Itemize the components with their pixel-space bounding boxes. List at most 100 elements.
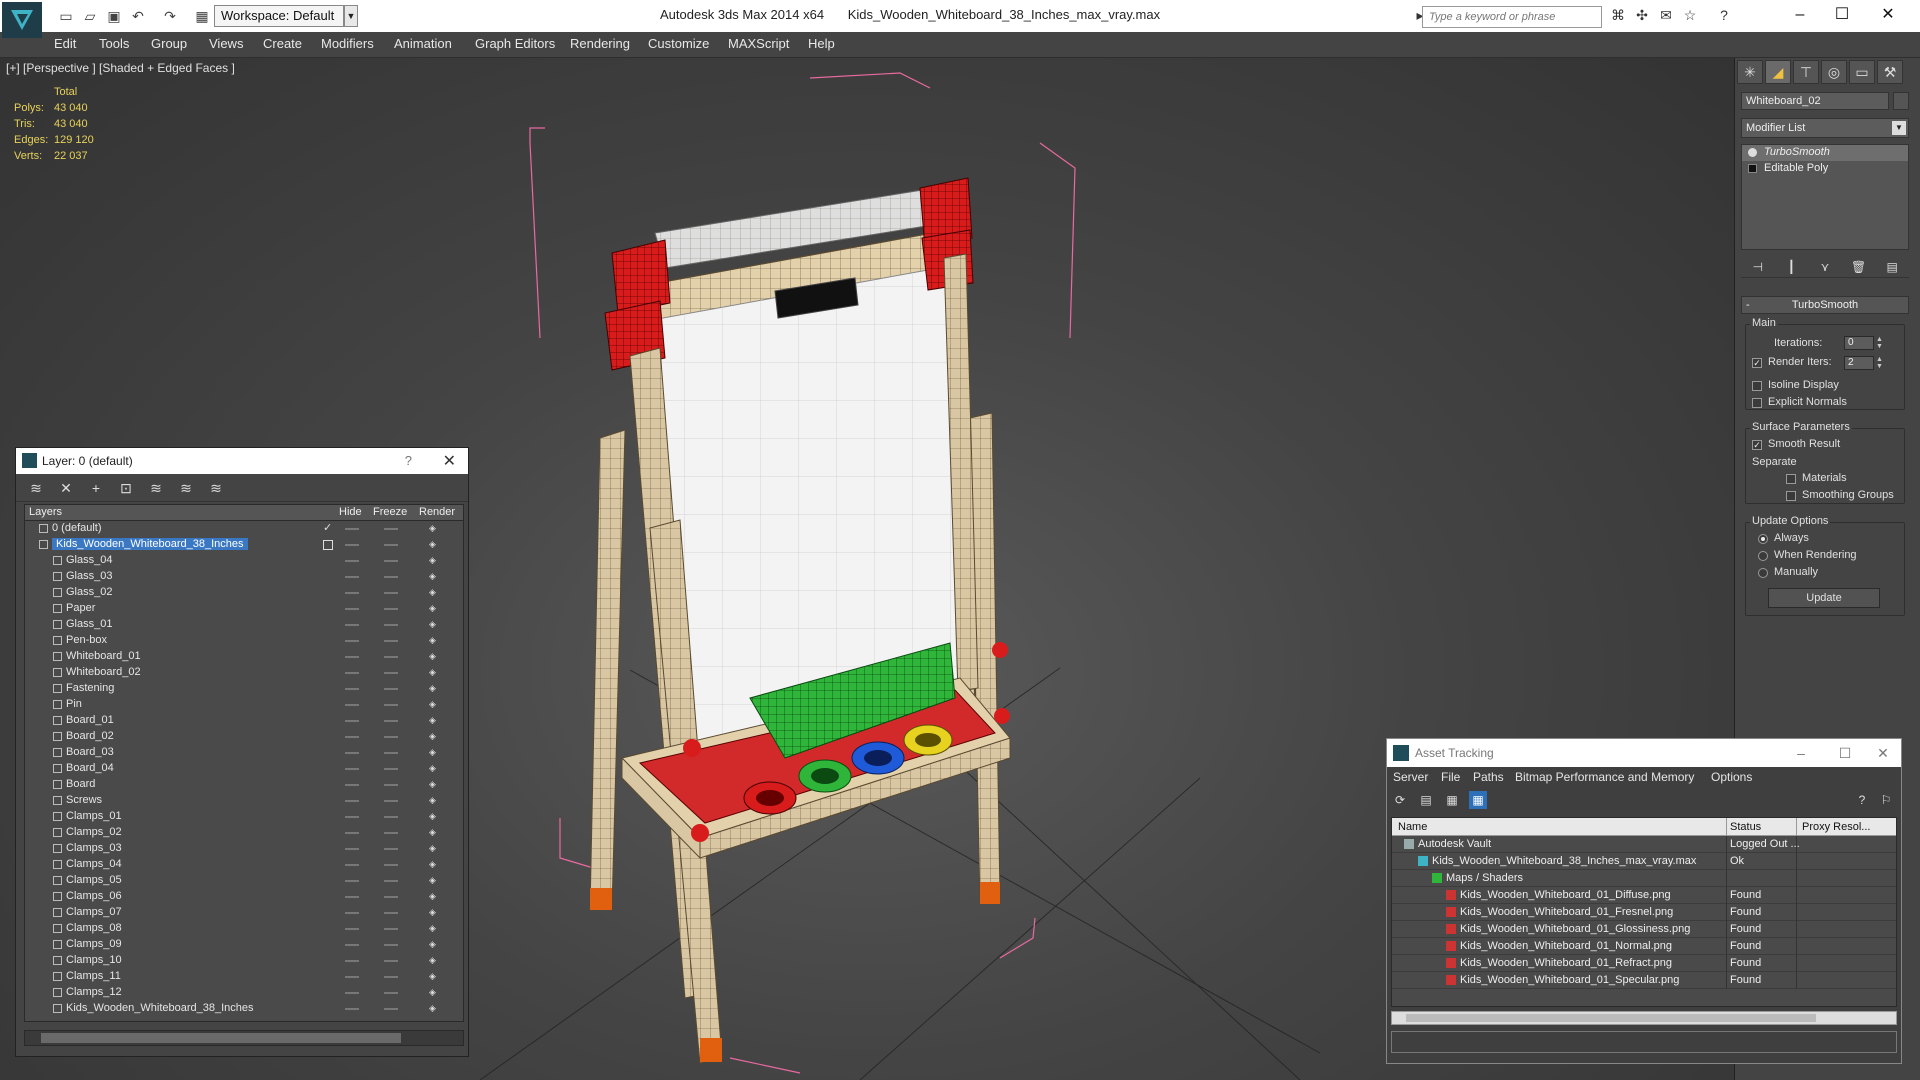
layer-row[interactable]: Kids_Wooden_Whiteboard_38_Inches ◈ [25,537,463,553]
menu-customize[interactable]: Customize [648,36,709,51]
freeze-toggle[interactable] [384,624,398,626]
binoculars-icon[interactable]: ⌘ [1608,7,1628,27]
modifier-list-dropdown[interactable]: Modifier List ▼ [1741,118,1909,138]
layer-name[interactable]: Glass_02 [66,586,112,598]
layer-name[interactable]: Glass_01 [66,618,112,630]
viewport-label[interactable]: [+] [Perspective ] [Shaded + Edged Faces… [6,61,235,75]
layer-name[interactable]: Pen-box [66,634,107,646]
freeze-toggle[interactable] [384,768,398,770]
materials-checkbox[interactable] [1786,474,1796,484]
freeze-toggle[interactable] [384,960,398,962]
render-teapot-icon[interactable]: ◈ [429,972,439,981]
render-teapot-icon[interactable]: ◈ [429,524,439,533]
hide-toggle[interactable] [345,880,359,882]
render-teapot-icon[interactable]: ◈ [429,780,439,789]
freeze-toggle[interactable] [384,656,398,658]
make-unique-icon[interactable]: ⋎ [1816,258,1834,276]
layer-name[interactable]: Glass_04 [66,554,112,566]
highlight-layer-icon[interactable]: ≋ [146,478,166,498]
freeze-toggle[interactable] [384,576,398,578]
show-end-result-icon[interactable]: ┃ [1782,258,1800,276]
hide-toggle[interactable] [345,912,359,914]
utilities-tab-icon[interactable]: ⚒ [1877,60,1903,84]
help-icon[interactable]: ? [1714,7,1734,27]
hide-toggle[interactable] [345,592,359,594]
pin-stack-icon[interactable]: ⊣ [1749,258,1767,276]
layer-row[interactable]: Board_01 ◈ [25,713,463,729]
menu-views[interactable]: Views [209,36,243,51]
stack-item-editable-poly[interactable]: Editable Poly [1742,161,1908,177]
manually-radio[interactable] [1758,568,1768,578]
hide-toggle[interactable] [345,720,359,722]
render-teapot-icon[interactable]: ◈ [429,684,439,693]
render-teapot-icon[interactable]: ◈ [429,892,439,901]
render-teapot-icon[interactable]: ◈ [429,860,439,869]
hide-toggle[interactable] [345,672,359,674]
layer-name[interactable]: Clamps_07 [66,906,122,918]
freeze-toggle[interactable] [384,880,398,882]
layer-row[interactable]: Glass_02 ◈ [25,585,463,601]
render-teapot-icon[interactable]: ◈ [429,668,439,677]
refresh-icon[interactable]: ⟳ [1391,791,1409,809]
list-view-icon[interactable]: ▤ [1417,791,1435,809]
layer-row[interactable]: Glass_03 ◈ [25,569,463,585]
render-teapot-icon[interactable]: ◈ [429,1004,439,1013]
layers-column-header[interactable]: Layers [29,506,62,518]
layer-row[interactable]: Clamps_01 ◈ [25,809,463,825]
spinner-arrows-icon[interactable]: ▲ ▼ [1876,356,1884,370]
new-file-icon[interactable]: ▭ [56,6,76,26]
render-teapot-icon[interactable]: ◈ [429,940,439,949]
freeze-toggle[interactable] [384,800,398,802]
freeze-toggle[interactable] [384,688,398,690]
object-name-field[interactable]: Whiteboard_02 [1741,92,1889,110]
maximize-button[interactable]: ☐ [1822,3,1862,27]
render-teapot-icon[interactable]: ◈ [429,716,439,725]
render-teapot-icon[interactable]: ◈ [429,732,439,741]
create-layer-icon[interactable]: ≋ [26,478,46,498]
asset-row[interactable]: Kids_Wooden_Whiteboard_38_Inches_max_vra… [1392,853,1896,870]
layer-name[interactable]: Clamps_10 [66,954,122,966]
render-teapot-icon[interactable]: ◈ [429,876,439,885]
layer-row[interactable]: Board_03 ◈ [25,745,463,761]
hide-toggle[interactable] [345,784,359,786]
menu-bitmap-performance[interactable]: Bitmap Performance and Memory [1515,770,1694,784]
render-teapot-icon[interactable]: ◈ [429,764,439,773]
render-column-header[interactable]: Render [419,506,455,518]
layer-row[interactable]: Clamps_11 ◈ [25,969,463,985]
layer-row[interactable]: Clamps_02 ◈ [25,825,463,841]
layer-name[interactable]: 0 (default) [52,522,102,534]
freeze-all-layers-icon[interactable]: ≋ [206,478,226,498]
freeze-toggle[interactable] [384,944,398,946]
collapse-icon[interactable]: - [1746,297,1750,313]
render-teapot-icon[interactable]: ◈ [429,652,439,661]
render-teapot-icon[interactable]: ◈ [429,620,439,629]
layer-name[interactable]: Pin [66,698,82,710]
menu-edit[interactable]: Edit [54,36,76,51]
explicit-normals-checkbox[interactable] [1752,398,1762,408]
project-folder-icon[interactable]: ▦ [192,6,212,26]
render-teapot-icon[interactable]: ◈ [429,844,439,853]
proxy-resolution-column-header[interactable]: Proxy Resol... [1802,821,1870,833]
help-icon[interactable]: ? [405,453,412,468]
close-button[interactable]: ✕ [1865,743,1901,763]
hide-column-header[interactable]: Hide [339,506,362,518]
freeze-toggle[interactable] [384,544,398,546]
freeze-toggle[interactable] [384,1008,398,1010]
layer-name[interactable]: Clamps_02 [66,826,122,838]
object-color-swatch[interactable] [1893,92,1909,110]
expand-icon[interactable] [1748,164,1757,173]
freeze-toggle[interactable] [384,640,398,642]
layer-row[interactable]: Screws ◈ [25,793,463,809]
layer-row[interactable]: Pin ◈ [25,697,463,713]
render-iters-checkbox[interactable]: ✓ [1752,358,1762,368]
asset-row[interactable]: Kids_Wooden_Whiteboard_01_Refract.png Fou… [1392,955,1896,972]
layer-name[interactable]: Board_01 [66,714,114,726]
render-teapot-icon[interactable]: ◈ [429,636,439,645]
maximize-button[interactable]: ☐ [1827,743,1863,763]
chevron-down-icon[interactable]: ▼ [344,5,358,27]
layer-row[interactable]: Clamps_04 ◈ [25,857,463,873]
close-button[interactable]: ✕ [1868,3,1908,27]
hide-toggle[interactable] [345,928,359,930]
layer-row[interactable]: Board_02 ◈ [25,729,463,745]
layer-row[interactable]: Clamps_10 ◈ [25,953,463,969]
